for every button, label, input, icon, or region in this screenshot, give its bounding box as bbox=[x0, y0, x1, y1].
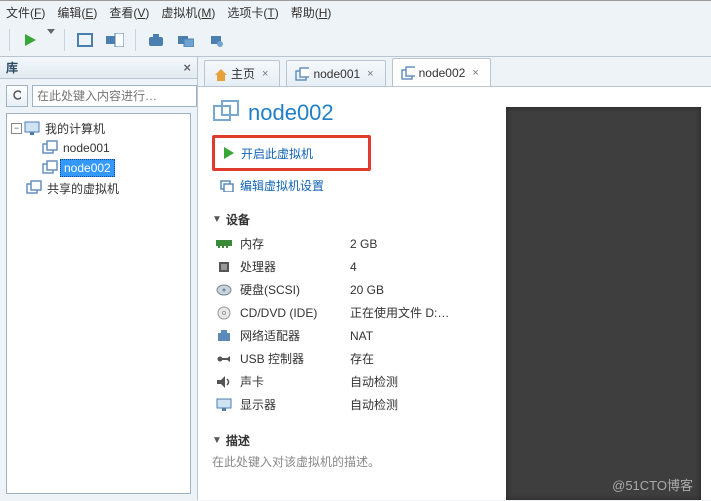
sidebar-header: 库 × bbox=[0, 57, 197, 79]
device-value: 4 bbox=[346, 255, 453, 278]
vm-icon bbox=[212, 99, 240, 127]
library-tree: − 我的计算机 node001 node002 共享的虚拟机 bbox=[6, 113, 191, 494]
tab-node001[interactable]: node001 × bbox=[286, 60, 385, 86]
tree-item-label: 我的计算机 bbox=[42, 119, 108, 138]
play-icon bbox=[223, 147, 235, 159]
device-value: 2 GB bbox=[346, 232, 453, 255]
vm-icon bbox=[42, 160, 58, 176]
play-button[interactable] bbox=[17, 27, 43, 53]
pin-icon[interactable]: × bbox=[183, 60, 191, 75]
sidebar: 库 × − 我的计算机 node001 node002 共享的虚拟机 bbox=[0, 57, 198, 500]
device-row[interactable]: 声卡自动检测 bbox=[212, 370, 453, 393]
unity-button[interactable] bbox=[102, 27, 128, 53]
snd-icon bbox=[212, 370, 236, 393]
play-drop-icon[interactable] bbox=[47, 27, 57, 53]
caret-down-icon: ▼ bbox=[212, 435, 222, 446]
highlight-box: 开启此虚拟机 bbox=[212, 135, 371, 171]
home-icon bbox=[213, 67, 227, 81]
cd-icon bbox=[212, 301, 236, 324]
device-label: 声卡 bbox=[236, 370, 346, 393]
snapmgr-button[interactable] bbox=[173, 27, 199, 53]
menu-view[interactable]: 查看(V) bbox=[109, 4, 149, 21]
start-vm-link[interactable]: 开启此虚拟机 bbox=[223, 143, 313, 163]
mem-icon bbox=[212, 232, 236, 255]
search-input[interactable] bbox=[32, 85, 197, 107]
toolbar bbox=[0, 23, 711, 57]
disk-icon bbox=[212, 278, 236, 301]
tree-item[interactable]: 共享的虚拟机 bbox=[9, 178, 188, 198]
tree-item[interactable]: − 我的计算机 bbox=[9, 118, 188, 138]
device-row[interactable]: CD/DVD (IDE)正在使用文件 D:… bbox=[212, 301, 453, 324]
vm-icon bbox=[42, 140, 58, 156]
net-icon bbox=[212, 324, 236, 347]
cpu-icon bbox=[212, 255, 236, 278]
tree-item[interactable]: node002 bbox=[9, 158, 188, 178]
device-value: 存在 bbox=[346, 347, 453, 370]
fullscreen-button[interactable] bbox=[72, 27, 98, 53]
device-value: NAT bbox=[346, 324, 453, 347]
devices-header[interactable]: ▼设备 bbox=[212, 211, 492, 228]
device-row[interactable]: 处理器4 bbox=[212, 255, 453, 278]
desc-header[interactable]: ▼描述 bbox=[212, 432, 492, 449]
device-value: 正在使用文件 D:… bbox=[346, 301, 453, 324]
sidebar-title: 库 bbox=[6, 59, 18, 76]
share-icon bbox=[26, 180, 42, 196]
tab-label: 主页 bbox=[231, 65, 255, 82]
tab-close-icon[interactable]: × bbox=[469, 67, 481, 79]
device-label: 内存 bbox=[236, 232, 346, 255]
vm-preview: @51CTO博客 bbox=[506, 107, 701, 500]
vm-summary: node002 开启此虚拟机 编辑虚拟机设置 ▼设备 内存2 GB处理器4硬盘(… bbox=[198, 87, 506, 500]
settings-icon bbox=[220, 178, 234, 192]
vm-icon bbox=[401, 66, 415, 80]
monitor-icon bbox=[24, 120, 40, 136]
dsp-icon bbox=[212, 393, 236, 416]
tab-node002[interactable]: node002× bbox=[392, 58, 491, 86]
content-tabs: 主页×node001×node002× bbox=[198, 57, 711, 87]
vm-title: node002 bbox=[248, 100, 334, 126]
content: 主页×node001×node002× node002 开启此虚拟机 编辑虚拟机… bbox=[198, 57, 711, 500]
tree-toggle-icon[interactable]: − bbox=[11, 123, 22, 134]
device-row[interactable]: USB 控制器存在 bbox=[212, 347, 453, 370]
device-label: 处理器 bbox=[236, 255, 346, 278]
tree-item-label: 共享的虚拟机 bbox=[44, 179, 122, 198]
tree-item[interactable]: node001 bbox=[9, 138, 188, 158]
menu-file[interactable]: 文件(F) bbox=[6, 4, 45, 21]
device-row[interactable]: 硬盘(SCSI)20 GB bbox=[212, 278, 453, 301]
tab-label: node002 bbox=[419, 66, 466, 80]
tab-label: node001 bbox=[313, 67, 360, 81]
caret-down-icon: ▼ bbox=[212, 214, 222, 225]
device-label: 网络适配器 bbox=[236, 324, 346, 347]
revert-button[interactable] bbox=[203, 27, 229, 53]
device-label: USB 控制器 bbox=[236, 347, 346, 370]
tree-item-label: node002 bbox=[60, 159, 115, 177]
snapshot-button[interactable] bbox=[143, 27, 169, 53]
device-value: 自动检测 bbox=[346, 370, 453, 393]
menu-help[interactable]: 帮助(H) bbox=[291, 4, 332, 21]
edit-vm-link[interactable]: 编辑虚拟机设置 bbox=[212, 175, 492, 195]
device-row[interactable]: 显示器自动检测 bbox=[212, 393, 453, 416]
device-label: 硬盘(SCSI) bbox=[236, 278, 346, 301]
menu-bar: 文件(F) 编辑(E) 查看(V) 虚拟机(M) 选项卡(T) 帮助(H) bbox=[0, 1, 711, 23]
search-icon[interactable] bbox=[6, 85, 28, 107]
device-value: 自动检测 bbox=[346, 393, 453, 416]
usb-icon bbox=[212, 347, 236, 370]
tab-close-icon[interactable]: × bbox=[364, 68, 376, 80]
menu-vm[interactable]: 虚拟机(M) bbox=[161, 4, 215, 21]
menu-edit[interactable]: 编辑(E) bbox=[57, 4, 97, 21]
device-row[interactable]: 网络适配器NAT bbox=[212, 324, 453, 347]
tree-item-label: node001 bbox=[60, 140, 113, 156]
device-label: 显示器 bbox=[236, 393, 346, 416]
tab-主页[interactable]: 主页 × bbox=[204, 60, 280, 86]
devices-table: 内存2 GB处理器4硬盘(SCSI)20 GBCD/DVD (IDE)正在使用文… bbox=[212, 232, 453, 416]
device-value: 20 GB bbox=[346, 278, 453, 301]
device-row[interactable]: 内存2 GB bbox=[212, 232, 453, 255]
vm-icon bbox=[295, 67, 309, 81]
watermark: @51CTO博客 bbox=[612, 475, 693, 494]
tab-close-icon[interactable]: × bbox=[259, 68, 271, 80]
description-text: 在此处键入对该虚拟机的描述。 bbox=[212, 453, 492, 470]
menu-tabs[interactable]: 选项卡(T) bbox=[227, 4, 278, 21]
device-label: CD/DVD (IDE) bbox=[236, 301, 346, 324]
